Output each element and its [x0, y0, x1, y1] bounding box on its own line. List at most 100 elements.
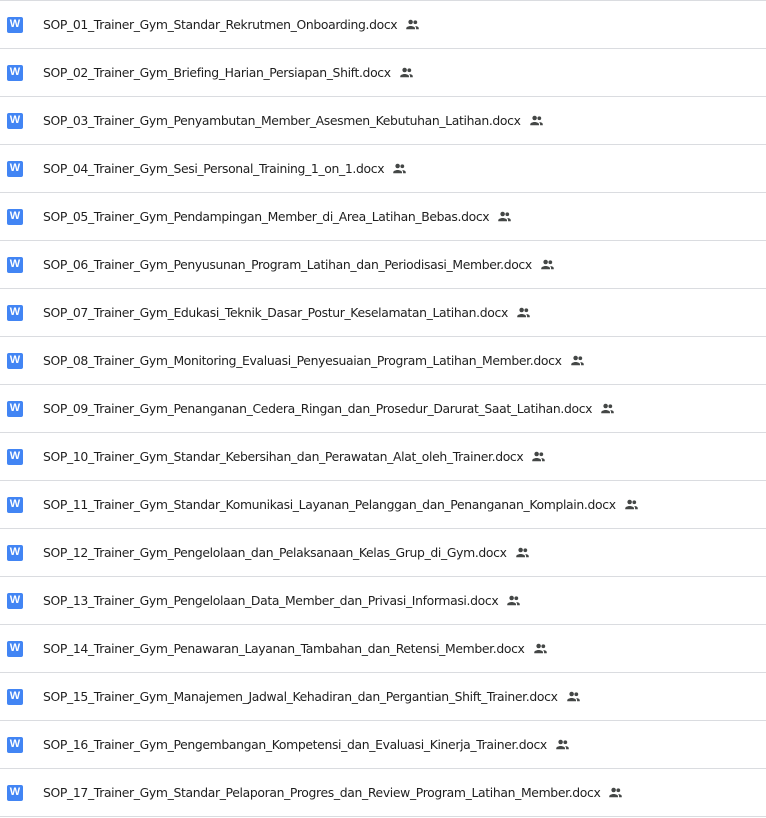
file-row-13[interactable]: W SOP_13_Trainer_Gym_Pengelolaan_Data_Me…	[0, 577, 766, 625]
word-document-icon: W	[7, 160, 23, 177]
word-icon-letter: W	[9, 498, 21, 510]
file-name-wrap: SOP_13_Trainer_Gym_Pengelolaan_Data_Memb…	[43, 577, 521, 624]
file-name-wrap: SOP_07_Trainer_Gym_Edukasi_Teknik_Dasar_…	[43, 289, 531, 336]
word-document-icon: W	[7, 784, 23, 801]
word-icon-letter: W	[9, 258, 21, 270]
file-name-wrap: SOP_17_Trainer_Gym_Standar_Pelaporan_Pro…	[43, 769, 623, 816]
word-icon-letter: W	[9, 402, 21, 414]
word-icon-letter: W	[9, 18, 21, 30]
word-icon-letter: W	[9, 114, 21, 126]
file-name[interactable]: SOP_10_Trainer_Gym_Standar_Kebersihan_da…	[43, 449, 524, 464]
people-shared-icon	[405, 17, 420, 32]
file-row-01[interactable]: W SOP_01_Trainer_Gym_Standar_Rekrutmen_O…	[0, 1, 766, 49]
word-document-icon: W	[7, 640, 23, 657]
file-name[interactable]: SOP_03_Trainer_Gym_Penyambutan_Member_As…	[43, 113, 521, 128]
word-icon-letter: W	[9, 546, 21, 558]
word-document-icon: W	[7, 736, 23, 753]
file-name[interactable]: SOP_02_Trainer_Gym_Briefing_Harian_Persi…	[43, 65, 391, 80]
people-shared-icon	[570, 353, 585, 368]
file-name-wrap: SOP_02_Trainer_Gym_Briefing_Harian_Persi…	[43, 49, 414, 96]
word-icon-letter: W	[9, 594, 21, 606]
file-row-14[interactable]: W SOP_14_Trainer_Gym_Penawaran_Layanan_T…	[0, 625, 766, 673]
word-icon-letter: W	[9, 162, 21, 174]
file-row-02[interactable]: W SOP_02_Trainer_Gym_Briefing_Harian_Per…	[0, 49, 766, 97]
file-name[interactable]: SOP_11_Trainer_Gym_Standar_Komunikasi_La…	[43, 497, 616, 512]
people-shared-icon	[515, 545, 530, 560]
file-row-08[interactable]: W SOP_08_Trainer_Gym_Monitoring_Evaluasi…	[0, 337, 766, 385]
file-name-wrap: SOP_15_Trainer_Gym_Manajemen_Jadwal_Keha…	[43, 673, 581, 720]
people-shared-icon	[516, 305, 531, 320]
word-document-icon: W	[7, 352, 23, 369]
file-row-07[interactable]: W SOP_07_Trainer_Gym_Edukasi_Teknik_Dasa…	[0, 289, 766, 337]
file-row-12[interactable]: W SOP_12_Trainer_Gym_Pengelolaan_dan_Pel…	[0, 529, 766, 577]
word-document-icon: W	[7, 304, 23, 321]
file-name[interactable]: SOP_05_Trainer_Gym_Pendampingan_Member_d…	[43, 209, 490, 224]
word-icon-letter: W	[9, 210, 21, 222]
file-name-wrap: SOP_11_Trainer_Gym_Standar_Komunikasi_La…	[43, 481, 639, 528]
file-name-wrap: SOP_14_Trainer_Gym_Penawaran_Layanan_Tam…	[43, 625, 548, 672]
file-list: W SOP_01_Trainer_Gym_Standar_Rekrutmen_O…	[0, 0, 766, 818]
people-shared-icon	[555, 737, 570, 752]
file-name[interactable]: SOP_13_Trainer_Gym_Pengelolaan_Data_Memb…	[43, 593, 499, 608]
file-name-wrap: SOP_08_Trainer_Gym_Monitoring_Evaluasi_P…	[43, 337, 585, 384]
word-document-icon: W	[7, 688, 23, 705]
word-icon-letter: W	[9, 66, 21, 78]
file-name-wrap: SOP_10_Trainer_Gym_Standar_Kebersihan_da…	[43, 433, 546, 480]
file-row-15[interactable]: W SOP_15_Trainer_Gym_Manajemen_Jadwal_Ke…	[0, 673, 766, 721]
file-name[interactable]: SOP_08_Trainer_Gym_Monitoring_Evaluasi_P…	[43, 353, 562, 368]
file-name[interactable]: SOP_01_Trainer_Gym_Standar_Rekrutmen_Onb…	[43, 17, 398, 32]
word-document-icon: W	[7, 256, 23, 273]
file-name[interactable]: SOP_09_Trainer_Gym_Penanganan_Cedera_Rin…	[43, 401, 593, 416]
file-name-wrap: SOP_05_Trainer_Gym_Pendampingan_Member_d…	[43, 193, 512, 240]
word-document-icon: W	[7, 496, 23, 513]
file-row-09[interactable]: W SOP_09_Trainer_Gym_Penanganan_Cedera_R…	[0, 385, 766, 433]
word-document-icon: W	[7, 64, 23, 81]
file-name[interactable]: SOP_15_Trainer_Gym_Manajemen_Jadwal_Keha…	[43, 689, 558, 704]
people-shared-icon	[533, 641, 548, 656]
word-icon-letter: W	[9, 690, 21, 702]
people-shared-icon	[624, 497, 639, 512]
file-row-10[interactable]: W SOP_10_Trainer_Gym_Standar_Kebersihan_…	[0, 433, 766, 481]
file-name-wrap: SOP_12_Trainer_Gym_Pengelolaan_dan_Pelak…	[43, 529, 530, 576]
word-document-icon: W	[7, 16, 23, 33]
word-document-icon: W	[7, 544, 23, 561]
word-icon-letter: W	[9, 354, 21, 366]
people-shared-icon	[608, 785, 623, 800]
file-name-wrap: SOP_16_Trainer_Gym_Pengembangan_Kompeten…	[43, 721, 570, 768]
word-icon-letter: W	[9, 450, 21, 462]
people-shared-icon	[540, 257, 555, 272]
people-shared-icon	[399, 65, 414, 80]
word-icon-letter: W	[9, 642, 21, 654]
file-row-04[interactable]: W SOP_04_Trainer_Gym_Sesi_Personal_Train…	[0, 145, 766, 193]
file-name[interactable]: SOP_12_Trainer_Gym_Pengelolaan_dan_Pelak…	[43, 545, 507, 560]
file-name-wrap: SOP_04_Trainer_Gym_Sesi_Personal_Trainin…	[43, 145, 407, 192]
file-name[interactable]: SOP_17_Trainer_Gym_Standar_Pelaporan_Pro…	[43, 785, 601, 800]
word-icon-letter: W	[9, 306, 21, 318]
people-shared-icon	[600, 401, 615, 416]
word-document-icon: W	[7, 592, 23, 609]
file-row-05[interactable]: W SOP_05_Trainer_Gym_Pendampingan_Member…	[0, 193, 766, 241]
file-name[interactable]: SOP_07_Trainer_Gym_Edukasi_Teknik_Dasar_…	[43, 305, 508, 320]
word-document-icon: W	[7, 112, 23, 129]
people-shared-icon	[506, 593, 521, 608]
file-name-wrap: SOP_06_Trainer_Gym_Penyusunan_Program_La…	[43, 241, 555, 288]
people-shared-icon	[392, 161, 407, 176]
file-row-11[interactable]: W SOP_11_Trainer_Gym_Standar_Komunikasi_…	[0, 481, 766, 529]
word-document-icon: W	[7, 400, 23, 417]
file-name-wrap: SOP_09_Trainer_Gym_Penanganan_Cedera_Rin…	[43, 385, 615, 432]
file-name[interactable]: SOP_16_Trainer_Gym_Pengembangan_Kompeten…	[43, 737, 547, 752]
file-row-17[interactable]: W SOP_17_Trainer_Gym_Standar_Pelaporan_P…	[0, 769, 766, 817]
word-document-icon: W	[7, 208, 23, 225]
file-name[interactable]: SOP_06_Trainer_Gym_Penyusunan_Program_La…	[43, 257, 532, 272]
file-row-06[interactable]: W SOP_06_Trainer_Gym_Penyusunan_Program_…	[0, 241, 766, 289]
people-shared-icon	[529, 113, 544, 128]
word-document-icon: W	[7, 448, 23, 465]
file-name[interactable]: SOP_14_Trainer_Gym_Penawaran_Layanan_Tam…	[43, 641, 525, 656]
file-row-16[interactable]: W SOP_16_Trainer_Gym_Pengembangan_Kompet…	[0, 721, 766, 769]
file-name-wrap: SOP_03_Trainer_Gym_Penyambutan_Member_As…	[43, 97, 544, 144]
people-shared-icon	[566, 689, 581, 704]
word-icon-letter: W	[9, 738, 21, 750]
file-row-03[interactable]: W SOP_03_Trainer_Gym_Penyambutan_Member_…	[0, 97, 766, 145]
file-name[interactable]: SOP_04_Trainer_Gym_Sesi_Personal_Trainin…	[43, 161, 385, 176]
people-shared-icon	[497, 209, 512, 224]
